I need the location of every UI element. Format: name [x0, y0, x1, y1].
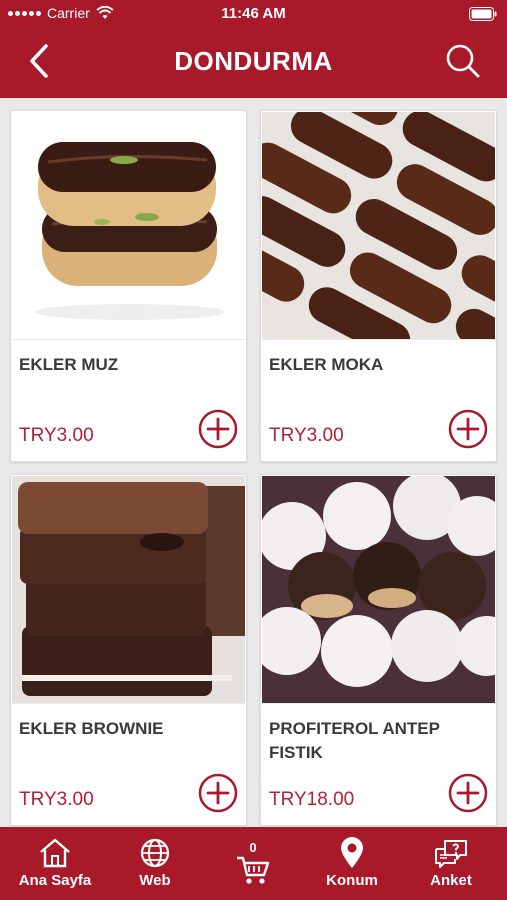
product-name: EKLER MUZ: [19, 355, 119, 374]
product-name: EKLER MOKA: [269, 355, 384, 374]
product-price: TRY3.00: [19, 789, 94, 810]
product-price: TRY18.00: [269, 789, 355, 810]
tab-survey[interactable]: Anket: [401, 827, 501, 900]
tab-web-label: Web: [139, 872, 171, 889]
plus-circle-icon: [198, 773, 238, 813]
product-image-ekler-brownie: [12, 476, 245, 704]
product-card[interactable]: PROFITEROL ANTEP FISTIK TRY18.00: [260, 474, 497, 826]
globe-icon: [140, 838, 170, 868]
tab-location-label: Konum: [326, 872, 378, 889]
add-to-cart-button[interactable]: [198, 773, 238, 813]
product-card[interactable]: EKLER BROWNIE TRY3.00: [10, 474, 247, 826]
add-to-cart-button[interactable]: [198, 409, 238, 449]
product-image-profiterol: [262, 476, 495, 704]
add-to-cart-button[interactable]: [448, 773, 488, 813]
product-image-ekler-muz: [12, 112, 245, 340]
product-price: TRY3.00: [269, 425, 344, 446]
chat-question-icon: [435, 840, 467, 868]
product-image-ekler-moka: [262, 112, 495, 340]
tab-location[interactable]: Konum: [302, 827, 402, 900]
plus-circle-icon: [448, 409, 488, 449]
product-card[interactable]: EKLER MOKA TRY3.00: [260, 110, 497, 462]
product-price: TRY3.00: [19, 425, 94, 446]
product-name: EKLER BROWNIE: [19, 719, 164, 738]
product-card[interactable]: EKLER MUZ TRY3.00: [10, 110, 247, 462]
status-bar: Carrier 11:46 AM: [0, 0, 507, 28]
location-pin-icon: [341, 837, 363, 868]
product-name: PROFITEROL ANTEP FISTIK: [269, 719, 440, 762]
cart-icon: [237, 856, 270, 884]
tab-web[interactable]: Web: [105, 827, 205, 900]
plus-circle-icon: [198, 409, 238, 449]
tab-home-label: Ana Sayfa: [18, 872, 92, 889]
plus-circle-icon: [448, 773, 488, 813]
status-time: 11:46 AM: [221, 5, 286, 22]
search-icon: [446, 44, 480, 78]
tab-survey-label: Anket: [430, 872, 472, 889]
tab-cart[interactable]: 0: [203, 827, 303, 900]
search-button[interactable]: [441, 40, 485, 84]
tab-bar: Ana Sayfa Web 0 Konum Anket: [0, 827, 507, 900]
cart-count-badge: 0: [249, 840, 257, 855]
battery-icon: [469, 7, 497, 21]
add-to-cart-button[interactable]: [448, 409, 488, 449]
tab-home[interactable]: Ana Sayfa: [5, 827, 105, 900]
page-title: DONDURMA: [174, 46, 333, 76]
home-icon: [40, 838, 70, 868]
nav-bar: DONDURMA: [0, 28, 507, 98]
